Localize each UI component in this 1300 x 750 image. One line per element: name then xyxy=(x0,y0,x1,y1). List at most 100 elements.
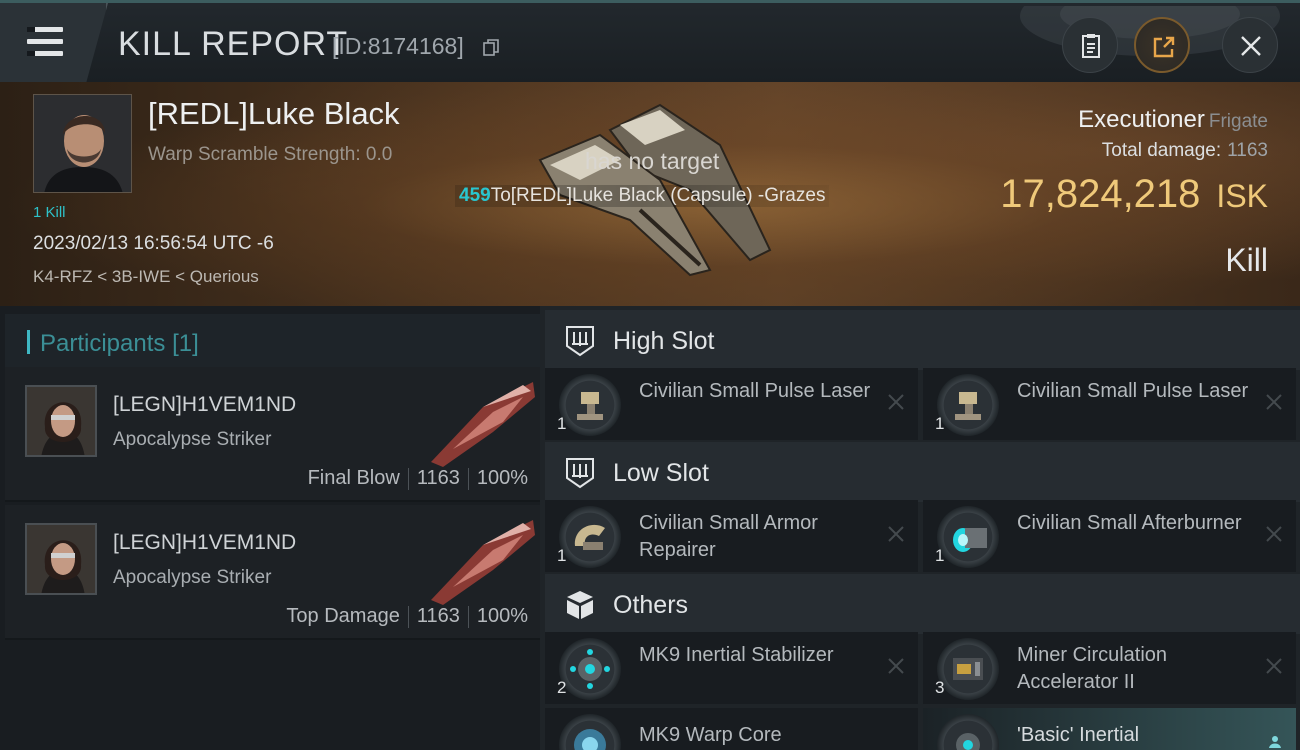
participants-panel: Participants [1] [LEGN]H1VEM1ND Apocalyp… xyxy=(0,306,540,750)
participant-stats: Top Damage 1163 100% xyxy=(286,605,528,628)
module-name: MK9 Warp Core xyxy=(639,724,782,746)
fitting-panel: High Slot 1 Civilian Small Pulse Laser 1… xyxy=(540,306,1300,750)
module-slot[interactable]: 1 Civilian Small Armor Repairer xyxy=(545,500,918,572)
remove-icon[interactable] xyxy=(886,656,906,676)
high-slot-label: High Slot xyxy=(613,327,715,355)
person-icon xyxy=(1269,736,1281,748)
participant-avatar xyxy=(25,523,97,595)
participant-name[interactable]: [LEGN]H1VEM1ND xyxy=(113,393,296,417)
participant-role: Top Damage xyxy=(286,605,400,627)
inertial-stabilizer-icon xyxy=(937,714,999,750)
remove-icon[interactable] xyxy=(1264,392,1284,412)
participant-name[interactable]: [LEGN]H1VEM1ND xyxy=(113,531,296,555)
report-id: [ID:8174168] xyxy=(332,33,464,59)
module-name: Civilian Small Afterburner xyxy=(1017,512,1242,534)
armor-repairer-icon xyxy=(559,506,621,568)
copy-icon[interactable] xyxy=(483,39,499,57)
module-quantity: 1 xyxy=(557,414,567,433)
high-slot-icon xyxy=(566,326,594,357)
module-slot[interactable]: 'Basic' Inertial xyxy=(923,708,1296,750)
module-slot[interactable]: MK9 Warp Core xyxy=(545,708,918,750)
isk-amount: 17,824,218 xyxy=(1000,172,1201,216)
module-name: Civilian Small Pulse Laser xyxy=(639,380,871,402)
module-quantity: 1 xyxy=(935,414,945,433)
participant-ship-image xyxy=(431,382,535,467)
inertial-stabilizer-icon xyxy=(559,638,621,700)
module-quantity: 3 xyxy=(935,678,945,697)
low-slot-header: Low Slot xyxy=(545,442,1300,502)
others-header: Others xyxy=(545,574,1300,634)
module-name: MK9 Inertial Stabilizer xyxy=(639,644,834,666)
combat-damage-amount: 459 xyxy=(459,185,491,206)
kill-datetime: 2023/02/13 16:56:54 UTC -6 xyxy=(33,233,274,254)
participants-header[interactable]: Participants [1] xyxy=(5,314,540,372)
module-quantity: 1 xyxy=(557,546,567,565)
module-slot[interactable]: 1 Civilian Small Pulse Laser xyxy=(545,368,918,440)
victim-name[interactable]: [REDL]Luke Black xyxy=(148,96,400,132)
victim-ship-name[interactable]: Executioner xyxy=(1078,106,1205,133)
remove-icon[interactable] xyxy=(1264,524,1284,544)
participant-ship-image xyxy=(431,520,535,605)
module-name: 'Basic' Inertial xyxy=(1017,724,1140,746)
victim-kill-count: 1 Kill xyxy=(33,204,66,221)
total-damage-value: 1163 xyxy=(1227,140,1268,161)
participants-accent-bar xyxy=(27,330,30,354)
others-label: Others xyxy=(613,591,689,619)
victim-ship-class: Frigate xyxy=(1208,111,1268,132)
participant-damage: 1163 xyxy=(416,467,460,489)
header-bar: KILL REPORT [ID:8174168] xyxy=(0,0,1300,82)
menu-button[interactable] xyxy=(0,3,108,82)
share-button[interactable] xyxy=(1134,17,1190,73)
module-quantity: 1 xyxy=(935,546,945,565)
pulse-laser-icon xyxy=(937,374,999,436)
isk-unit: ISK xyxy=(1216,178,1268,214)
close-icon xyxy=(1241,36,1261,56)
close-button[interactable] xyxy=(1222,17,1278,73)
total-damage: Total damage: 1163 xyxy=(1102,140,1268,162)
others-cube-icon xyxy=(567,591,593,619)
page-title: KILL REPORT xyxy=(118,25,349,63)
participant-ship: Apocalypse Striker xyxy=(113,429,272,450)
participants-title: Participants [1] xyxy=(40,330,199,357)
circulation-accelerator-icon xyxy=(937,638,999,700)
participant-avatar xyxy=(25,385,97,457)
warp-core-icon xyxy=(559,714,621,750)
combat-damage-text: To[REDL]Luke Black (Capsule) -Grazes xyxy=(490,185,826,206)
participant-row[interactable]: [LEGN]H1VEM1ND Apocalypse Striker Top Da… xyxy=(5,505,540,640)
participant-stats: Final Blow 1163 100% xyxy=(308,467,528,490)
module-slot[interactable]: 3 Miner Circulation Accelerator II xyxy=(923,632,1296,704)
participant-percent: 100% xyxy=(476,467,528,489)
module-name: Civilian Small Armor Repairer xyxy=(639,512,818,561)
module-slot[interactable]: 2 MK9 Inertial Stabilizer xyxy=(545,632,918,704)
module-slot[interactable]: 1 Civilian Small Afterburner xyxy=(923,500,1296,572)
module-quantity: 2 xyxy=(557,678,567,697)
high-slot-header: High Slot xyxy=(545,310,1300,370)
module-name: Civilian Small Pulse Laser xyxy=(1017,380,1249,402)
participants-count: [1] xyxy=(172,330,199,357)
pulse-laser-icon xyxy=(559,374,621,436)
combat-damage-line: 459To[REDL]Luke Black (Capsule) -Grazes xyxy=(455,185,830,207)
module-slot[interactable]: 1 Civilian Small Pulse Laser xyxy=(923,368,1296,440)
clipboard-icon xyxy=(1082,34,1100,58)
participant-row[interactable]: [LEGN]H1VEM1ND Apocalypse Striker Final … xyxy=(5,367,540,502)
module-name: Miner Circulation Accelerator II xyxy=(1017,644,1168,693)
remove-icon[interactable] xyxy=(886,524,906,544)
share-icon xyxy=(1153,36,1175,58)
participant-damage: 1163 xyxy=(416,605,460,627)
remove-icon[interactable] xyxy=(1264,656,1284,676)
remove-icon[interactable] xyxy=(886,392,906,412)
participant-ship: Apocalypse Striker xyxy=(113,567,272,588)
combat-no-target: has no target xyxy=(585,148,720,174)
participant-role: Final Blow xyxy=(307,467,400,489)
isk-value: 17,824,218 ISK xyxy=(1000,172,1268,217)
clipboard-button[interactable] xyxy=(1062,17,1118,73)
victim-banner: [REDL]Luke Black Warp Scramble Strength:… xyxy=(0,82,1300,306)
total-damage-label: Total damage: xyxy=(1101,140,1222,161)
participant-percent: 100% xyxy=(476,605,528,627)
victim-portrait xyxy=(33,94,132,193)
low-slot-icon xyxy=(566,458,594,489)
afterburner-icon xyxy=(937,506,999,568)
kill-location-route: K4-RFZ < 3B-IWE < Querious xyxy=(33,267,259,286)
warp-scramble-strength: Warp Scramble Strength: 0.0 xyxy=(148,144,393,165)
victim-ship: Executioner Frigate xyxy=(1078,106,1268,134)
